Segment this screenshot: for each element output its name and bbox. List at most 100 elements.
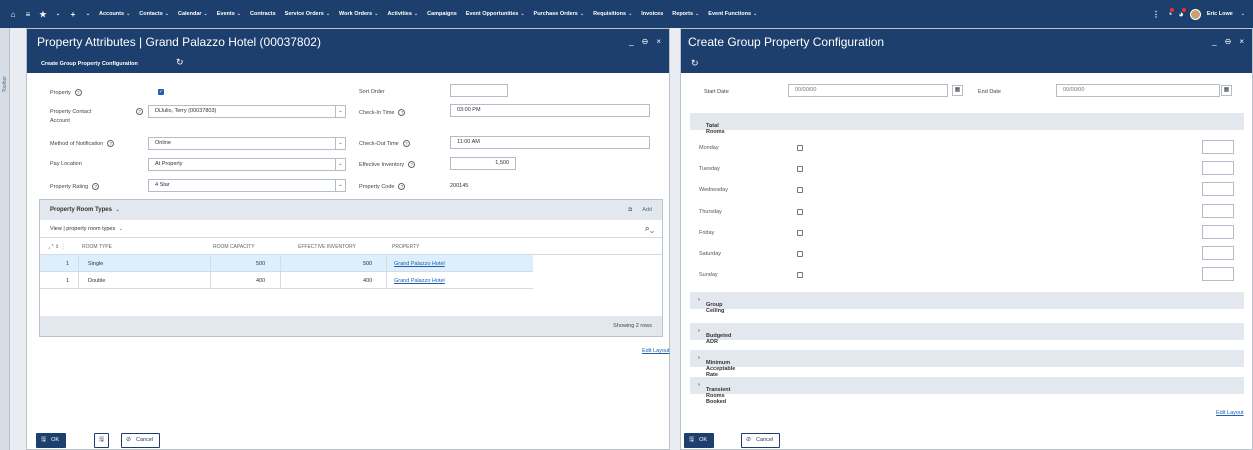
maximize-icon[interactable]: ⊖ [1225, 37, 1232, 46]
nav-item-activities[interactable]: Activities ⌄ [387, 11, 418, 17]
toolbar-side-tab[interactable]: Toolbar [0, 28, 10, 450]
calendar-icon[interactable]: ▦ [952, 85, 963, 96]
cancel-button[interactable]: ⊘ Cancel [741, 433, 781, 448]
day-rooms-input-saturday[interactable] [1202, 246, 1234, 260]
group-ceiling-section[interactable]: Group Ceiling › [690, 292, 1244, 314]
nav-item-purchase-orders[interactable]: Purchase Orders ⌄ [534, 11, 585, 17]
nav-item-event-functions[interactable]: Event Functions ⌄ [708, 11, 757, 17]
save-button[interactable]: 🖫 [94, 433, 110, 448]
day-checkbox-friday[interactable] [797, 229, 803, 236]
nav-item-event-opportunities[interactable]: Event Opportunities ⌄ [466, 11, 525, 17]
nav-item-contracts[interactable]: Contracts [250, 11, 276, 17]
chevron-down-icon[interactable]: ⌄ [374, 11, 378, 17]
nav-item-contacts[interactable]: Contacts ⌄ [139, 11, 169, 17]
select-all-icon[interactable]: ⌟ * ⇕ ⋮ [48, 244, 66, 250]
chevron-down-icon[interactable]: ⌄ [53, 11, 63, 17]
pay-location-select[interactable]: At Property ⌄ [148, 158, 346, 171]
day-rooms-input-tuesday[interactable] [1202, 161, 1234, 176]
cancel-button[interactable]: ⊘ Cancel [121, 433, 161, 448]
property-rating-select[interactable]: 4 Star ⌄ [148, 179, 346, 192]
menu-icon[interactable]: ≡ [23, 10, 33, 19]
search-icon[interactable]: ⌕⌄ [645, 223, 654, 234]
day-checkbox-wednesday[interactable] [797, 187, 803, 194]
ok-button[interactable]: 🖫 OK [36, 433, 67, 448]
grid-title[interactable]: Property Room Types ⌄ [50, 207, 120, 213]
minimize-icon[interactable]: _ [1212, 37, 1216, 46]
user-name[interactable]: Eric Lowe [1207, 11, 1233, 17]
calendar-icon[interactable]: ▦ [1221, 85, 1232, 96]
table-row[interactable]: 1 Double 400 400 Grand Palazzo Hotel [40, 272, 533, 289]
chevron-down-icon[interactable]: ⌄ [580, 11, 584, 17]
column-room-capacity[interactable]: ROOM CAPACITY [213, 244, 255, 250]
chevron-down-icon[interactable]: ⌄ [326, 11, 330, 17]
check-out-time-input[interactable]: 11:00 AM [450, 136, 650, 149]
help-icon[interactable]: ? [408, 161, 416, 168]
help-icon[interactable]: ? [92, 183, 100, 190]
start-date-input[interactable]: 00/00/00 [788, 84, 948, 97]
property-link[interactable]: Grand Palazzo Hotel [394, 278, 445, 284]
budgeted-adr-section[interactable]: Budgeted ADR › [690, 323, 1244, 345]
more-options-icon[interactable]: ⋮ [1151, 10, 1161, 19]
day-checkbox-monday[interactable] [797, 145, 803, 151]
column-effective-inventory[interactable]: EFFECTIVE INVENTORY [298, 244, 356, 250]
help-icon[interactable]: ? [402, 140, 410, 147]
add-icon[interactable]: + [68, 10, 78, 19]
chevron-down-icon[interactable]: ⌄ [335, 159, 345, 170]
chevron-down-icon[interactable]: ⌄ [335, 180, 345, 191]
chevron-down-icon[interactable]: ⌄ [126, 11, 130, 17]
day-checkbox-tuesday[interactable] [797, 166, 803, 173]
nav-item-accounts[interactable]: Accounts ⌄ [99, 11, 130, 17]
nav-item-events[interactable]: Events ⌄ [217, 11, 241, 17]
chevron-down-icon[interactable]: ⌄ [695, 11, 699, 17]
refresh-icon[interactable]: ↻ [176, 57, 184, 68]
export-icon[interactable]: ⧉ [628, 207, 632, 214]
help-icon[interactable]: ? [107, 140, 115, 147]
chevron-down-icon[interactable]: ⌄ [628, 11, 632, 17]
chevron-down-icon[interactable]: ⌄ [414, 11, 418, 17]
day-checkbox-thursday[interactable] [797, 208, 803, 215]
help-icon[interactable]: ? [398, 183, 406, 190]
grid-view-selector[interactable]: View | property room types ⌄ ⌕⌄ [40, 220, 662, 238]
close-icon[interactable]: × [1239, 37, 1244, 46]
nav-item-calendar[interactable]: Calendar ⌄ [178, 11, 208, 17]
help-icon[interactable]: ? [74, 89, 82, 96]
help-icon[interactable]: ? [136, 108, 143, 115]
close-icon[interactable]: × [656, 37, 661, 46]
help-icon[interactable]: ? [398, 109, 406, 116]
table-row[interactable]: 1 Single 500 500 Grand Palazzo Hotel [40, 255, 533, 272]
day-rooms-input-friday[interactable] [1202, 224, 1234, 239]
total-rooms-section[interactable]: Total Rooms ⌄ [690, 113, 1244, 135]
day-rooms-input-wednesday[interactable] [1202, 182, 1234, 197]
minimum-acceptable-rate-section[interactable]: Minimum Acceptable Rate › [690, 350, 1244, 378]
edit-layout-link[interactable]: Edit Layout [1216, 410, 1244, 416]
ok-button[interactable]: 🖫 OK [684, 433, 715, 448]
check-in-time-input[interactable]: 03:00 PM [450, 104, 650, 117]
add-button[interactable]: Add [642, 207, 652, 214]
chevron-down-icon[interactable]: ⌄ [83, 11, 93, 17]
day-rooms-input-thursday[interactable] [1202, 203, 1234, 218]
chevron-down-icon[interactable]: ⌄ [204, 11, 208, 17]
property-link[interactable]: Grand Palazzo Hotel [394, 261, 445, 267]
end-date-input[interactable]: 00/00/00 [1056, 84, 1220, 97]
chevron-down-icon[interactable]: ⌄ [237, 11, 241, 17]
nav-item-invoices[interactable]: Invoices [641, 11, 663, 17]
effective-inventory-input[interactable]: 1,500 [450, 157, 516, 170]
chevron-down-icon[interactable]: ⌄ [520, 11, 524, 17]
chevron-down-icon[interactable]: ⌄ [165, 11, 169, 17]
sort-order-input[interactable] [450, 84, 508, 97]
nav-item-service-orders[interactable]: Service Orders ⌄ [285, 11, 330, 17]
chevron-down-icon[interactable]: ⌄ [335, 138, 345, 149]
chevron-down-icon[interactable]: ⌄ [335, 106, 345, 117]
minimize-icon[interactable]: _ [629, 37, 633, 46]
nav-item-reports[interactable]: Reports ⌄ [672, 11, 699, 17]
edit-layout-link[interactable]: Edit Layout [642, 348, 670, 354]
day-rooms-input-monday[interactable] [1202, 140, 1234, 154]
notifications-icon[interactable]: ◔ [1167, 8, 1176, 19]
day-rooms-input-sunday[interactable] [1202, 267, 1234, 282]
chevron-down-icon[interactable]: ⌄ [753, 11, 757, 17]
alerts-icon[interactable]: ◕ [1178, 8, 1187, 19]
chevron-down-icon[interactable]: ⌄ [1241, 11, 1245, 17]
transient-rooms-booked-section[interactable]: Transient Rooms Booked › [690, 377, 1244, 405]
refresh-icon[interactable]: ↻ [691, 58, 699, 69]
maximize-icon[interactable]: ⊖ [642, 37, 649, 46]
